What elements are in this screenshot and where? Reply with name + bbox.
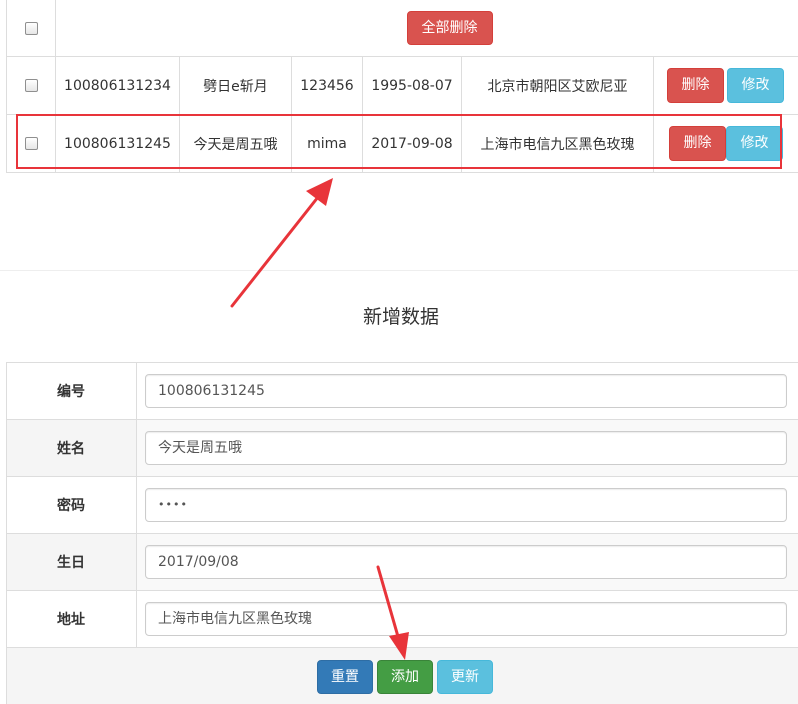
form-row-name: 姓名 今天是周五哦 — [6, 419, 798, 477]
form-button-row: 重置 添加 更新 — [6, 647, 798, 704]
name-label: 姓名 — [6, 419, 137, 477]
form-row-password: 密码 •••• — [6, 476, 798, 534]
form-row-id: 编号 100806131245 — [6, 362, 798, 420]
select-all-checkbox[interactable] — [24, 21, 38, 35]
row-checkbox[interactable] — [24, 79, 38, 92]
cell-id: 100806131245 — [55, 114, 180, 173]
table-header-row: 全部删除 — [6, 0, 798, 57]
reset-button[interactable]: 重置 — [317, 660, 373, 694]
row-select-cell — [6, 56, 56, 115]
row-checkbox[interactable] — [24, 137, 38, 150]
cell-password: 123456 — [291, 56, 363, 115]
add-button[interactable]: 添加 — [377, 660, 433, 694]
edit-button[interactable]: 修改 — [727, 68, 784, 103]
section-divider — [0, 270, 798, 271]
cell-name: 今天是周五哦 — [179, 114, 292, 173]
birthday-field[interactable]: 2017/09/08 — [145, 545, 787, 579]
name-field[interactable]: 今天是周五哦 — [145, 431, 787, 465]
delete-all-button[interactable]: 全部删除 — [406, 11, 493, 45]
birthday-label: 生日 — [6, 533, 137, 591]
arrow-to-row — [230, 178, 333, 308]
form-row-address: 地址 上海市电信九区黑色玫瑰 — [6, 590, 798, 648]
password-field[interactable]: •••• — [145, 488, 787, 522]
cell-birthday: 1995-08-07 — [362, 56, 462, 115]
delete-button[interactable]: 删除 — [669, 126, 726, 161]
cell-password: mima — [291, 114, 363, 173]
cell-address: 北京市朝阳区艾欧尼亚 — [461, 56, 654, 115]
row-select-cell — [6, 114, 56, 173]
id-label: 编号 — [6, 362, 137, 420]
cell-id: 100806131234 — [55, 56, 180, 115]
edit-button[interactable]: 修改 — [726, 126, 783, 161]
data-table: 全部删除 100806131234 劈日e斩月 123456 1995-08-0… — [6, 0, 798, 173]
table-row: 100806131245 今天是周五哦 mima 2017-09-08 上海市电… — [6, 114, 798, 173]
add-data-form: 编号 100806131245 姓名 今天是周五哦 密码 •••• 生日 201… — [6, 362, 798, 704]
delete-button[interactable]: 删除 — [667, 68, 724, 103]
cell-actions: 删除 修改 — [653, 114, 798, 173]
select-all-cell — [6, 0, 56, 57]
table-row: 100806131234 劈日e斩月 123456 1995-08-07 北京市… — [6, 56, 798, 115]
password-label: 密码 — [6, 476, 137, 534]
address-label: 地址 — [6, 590, 137, 648]
cell-address: 上海市电信九区黑色玫瑰 — [461, 114, 654, 173]
delete-all-cell: 全部删除 — [55, 0, 798, 57]
update-button[interactable]: 更新 — [437, 660, 493, 694]
cell-actions: 删除 修改 — [653, 56, 798, 115]
form-title: 新增数据 — [362, 306, 439, 328]
id-field[interactable]: 100806131245 — [145, 374, 787, 408]
cell-name: 劈日e斩月 — [179, 56, 292, 115]
cell-birthday: 2017-09-08 — [362, 114, 462, 173]
form-row-birthday: 生日 2017/09/08 — [6, 533, 798, 591]
address-field[interactable]: 上海市电信九区黑色玫瑰 — [145, 602, 787, 636]
